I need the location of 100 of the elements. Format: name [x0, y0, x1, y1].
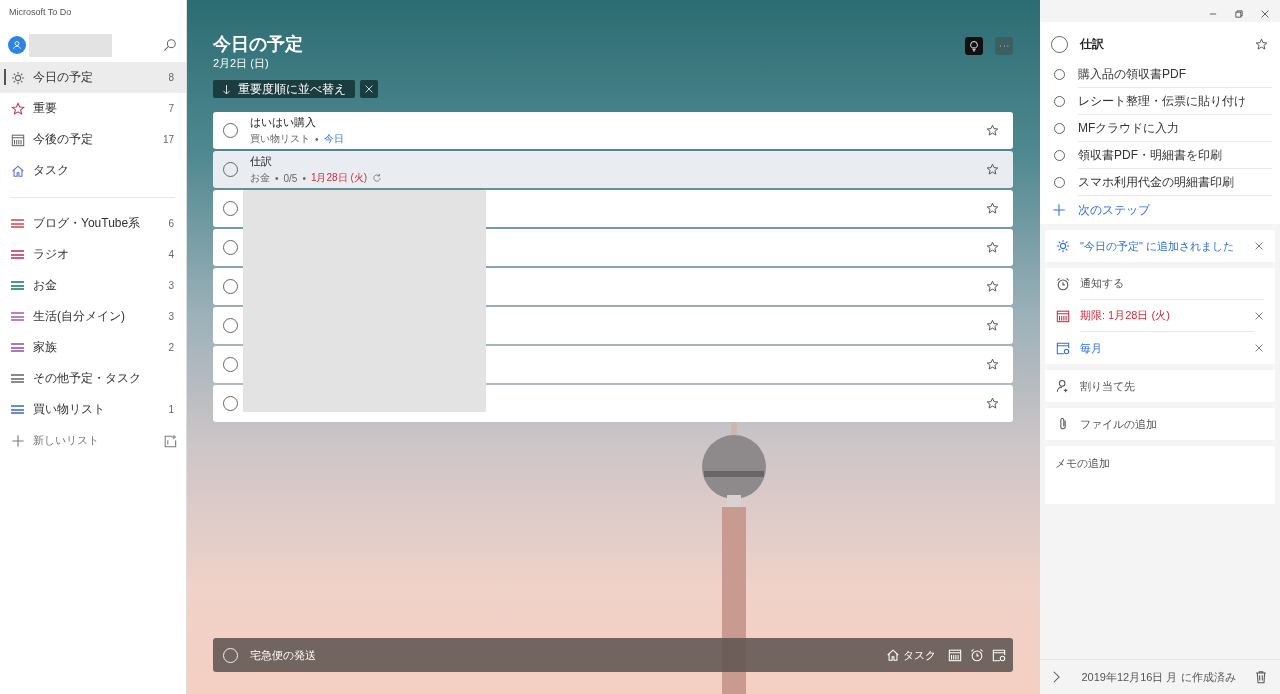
star-button[interactable]	[986, 319, 999, 332]
due-date: 1月28日 (火)	[310, 171, 368, 185]
search-icon	[163, 38, 177, 52]
star-icon	[986, 163, 999, 176]
star-icon	[986, 124, 999, 137]
star-icon	[986, 319, 999, 332]
task-card[interactable]: はいはい購入 買い物リスト • 今日	[213, 112, 1013, 149]
star-icon	[986, 358, 999, 371]
remove-button[interactable]	[1254, 241, 1264, 251]
task-title: はいはい購入	[250, 115, 317, 130]
calendar-icon	[11, 132, 25, 147]
separator-dot: •	[302, 172, 306, 184]
calendar-icon	[1056, 309, 1070, 323]
repeat-label[interactable]: 毎月	[1080, 332, 1254, 364]
remove-button[interactable]	[1254, 343, 1264, 353]
note-field[interactable]: メモの追加	[1045, 446, 1275, 504]
list-title: 今日の予定	[213, 33, 303, 55]
star-button[interactable]	[986, 163, 999, 176]
new-list-button[interactable]: 新しいリスト	[11, 433, 99, 448]
clear-sort-button[interactable]	[360, 80, 378, 98]
sidebar-item[interactable]: 今後の予定 17	[0, 124, 186, 155]
new-group-button[interactable]	[163, 433, 177, 448]
task-title: 仕訳	[1080, 36, 1105, 53]
add-task-input[interactable]: 宅急便の発送	[250, 647, 886, 663]
task-title: 仕訳	[250, 154, 273, 169]
home-icon	[11, 163, 25, 178]
alarm-clock-icon	[1056, 277, 1070, 291]
close-icon	[364, 84, 374, 94]
close-icon	[1254, 343, 1264, 353]
sidebar-list-item[interactable]: その他予定・タスク	[0, 363, 186, 394]
my-day-label: "今日の予定" に追加されました	[1080, 238, 1235, 254]
sun-icon	[1056, 239, 1070, 253]
arrow-down-icon	[221, 83, 232, 95]
star-button[interactable]	[986, 202, 999, 215]
lightbulb-icon	[968, 40, 980, 52]
star-button[interactable]	[1255, 38, 1268, 51]
plus-icon	[11, 433, 25, 448]
star-icon	[11, 101, 25, 116]
due-date-label[interactable]: 期限: 1月28日 (火)	[1080, 300, 1254, 332]
step-count: 0/5	[283, 172, 298, 184]
sort-chip[interactable]: 重要度順に並べ替え	[213, 80, 355, 98]
separator-dot: •	[275, 172, 279, 184]
delete-button[interactable]	[1254, 670, 1268, 684]
sidebar-list-item[interactable]: 生活(自分メイン) 3	[0, 301, 186, 332]
repeat-icon	[372, 173, 383, 183]
star-icon	[986, 202, 999, 215]
person-icon	[11, 39, 23, 51]
remove-button[interactable]	[1254, 311, 1264, 321]
sidebar-item[interactable]: 今日の予定 8	[0, 62, 186, 93]
list-chip[interactable]: タスク	[886, 647, 936, 663]
sun-icon	[11, 70, 25, 85]
sidebar-list-item[interactable]: ラジオ 4	[0, 239, 186, 270]
task-list-name: 買い物リスト	[250, 132, 310, 146]
reminder-label[interactable]: 通知する	[1080, 268, 1264, 300]
sidebar-list-item[interactable]: お金 3	[0, 270, 186, 301]
trash-icon	[1254, 670, 1268, 684]
reminder-button[interactable]	[970, 648, 984, 662]
search-button[interactable]	[163, 38, 177, 52]
assign-card[interactable]: 割り当て先	[1045, 370, 1275, 402]
date-label: 2月2日 (日)	[213, 56, 270, 71]
star-button[interactable]	[986, 397, 999, 410]
sidebar-list-item[interactable]: 家族 2	[0, 332, 186, 363]
sidebar-item[interactable]: 重要 7	[0, 93, 186, 124]
close-icon	[1260, 8, 1270, 19]
created-date: 2019年12月16日 月 に作成済み	[1080, 669, 1237, 685]
add-file-label: ファイルの追加	[1080, 416, 1158, 432]
sidebar-item[interactable]: タスク	[0, 155, 186, 186]
repeat-calendar-icon	[992, 648, 1006, 662]
avatar[interactable]	[8, 36, 26, 54]
sidebar-list-item[interactable]: 買い物リスト 1	[0, 394, 186, 425]
home-icon	[886, 648, 900, 662]
task-list-name: お金	[250, 171, 270, 185]
star-icon	[986, 280, 999, 293]
add-step-button[interactable]: 次のステップ	[1040, 196, 1280, 224]
person-icon	[1056, 379, 1070, 393]
repeat-button[interactable]	[992, 648, 1006, 662]
alarm-clock-icon	[970, 648, 984, 662]
assign-label: 割り当て先	[1080, 378, 1136, 394]
task-card[interactable]: 仕訳 お金 • 0/5 • 1月28日 (火)	[213, 151, 1013, 188]
star-icon	[1255, 38, 1268, 51]
star-button[interactable]	[986, 124, 999, 137]
close-icon	[1254, 241, 1264, 251]
plus-icon	[1052, 203, 1066, 217]
app-title: Microsoft To Do	[8, 6, 73, 19]
star-button[interactable]	[986, 280, 999, 293]
sidebar-list-item[interactable]: ブログ・YouTube系 6	[0, 208, 186, 239]
restore-icon	[1234, 8, 1244, 19]
star-icon	[986, 241, 999, 254]
calendar-icon	[948, 648, 962, 662]
star-icon	[986, 397, 999, 410]
due-date-button[interactable]	[948, 648, 962, 662]
suggestions-button[interactable]	[965, 37, 983, 55]
file-card[interactable]: ファイルの追加	[1045, 408, 1275, 440]
due-date: 今日	[323, 132, 344, 146]
star-button[interactable]	[986, 358, 999, 371]
new-group-icon	[163, 433, 177, 448]
close-icon	[1254, 311, 1264, 321]
star-button[interactable]	[986, 241, 999, 254]
repeat-calendar-icon	[1056, 341, 1070, 355]
add-task-bar[interactable]: 宅急便の発送 タスク	[213, 638, 1013, 672]
